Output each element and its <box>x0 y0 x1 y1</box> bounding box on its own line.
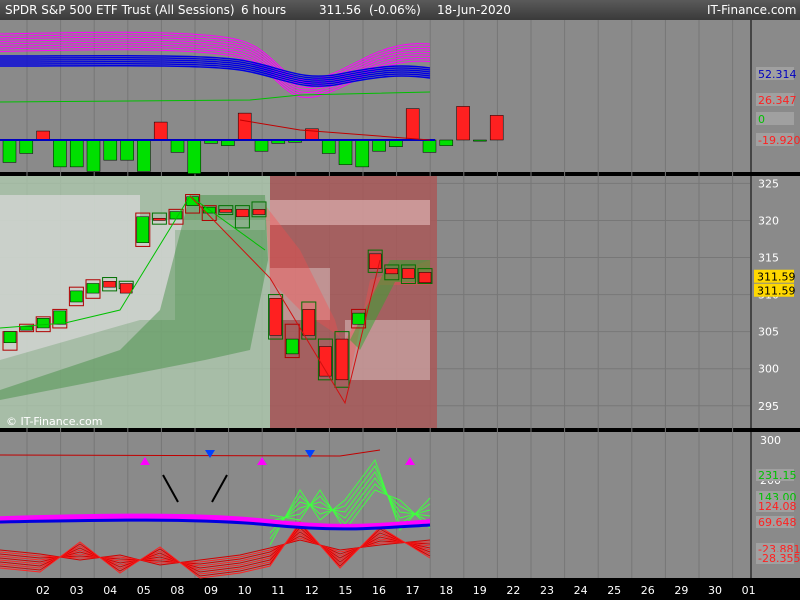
price-tag: 311.59 <box>757 285 796 298</box>
candle-body <box>319 346 332 377</box>
resistance-band <box>270 200 430 225</box>
histogram-bar <box>120 139 134 161</box>
x-tick-label: 16 <box>372 584 386 597</box>
histogram-bar <box>19 139 34 154</box>
candle-body <box>219 209 233 213</box>
x-tick-label: 22 <box>506 584 520 597</box>
candle-body <box>119 283 133 294</box>
x-tick-label: 26 <box>641 584 655 597</box>
x-tick-label: 11 <box>271 584 285 597</box>
x-tick-label: 02 <box>36 584 50 597</box>
histogram-bar <box>405 108 420 141</box>
candle-body <box>3 331 17 344</box>
histogram-bar <box>439 139 454 146</box>
candle-body <box>236 209 249 218</box>
histogram-bar <box>389 139 403 147</box>
top-right-label: 26.347 <box>758 94 797 107</box>
histogram-bar <box>137 139 151 172</box>
x-tick-label: 15 <box>338 584 352 597</box>
price-tick-label: 305 <box>758 326 779 339</box>
x-tick-label: 18 <box>439 584 453 597</box>
x-tick-label: 09 <box>204 584 218 597</box>
title-bar: SPDR S&P 500 ETF Trust (All Sessions) 6 … <box>0 0 800 20</box>
price-change: (-0.06%) <box>369 3 421 17</box>
price-tick-label: 320 <box>758 214 779 227</box>
histogram-bar <box>372 139 386 152</box>
histogram-bar <box>338 139 353 165</box>
x-tick-label: 10 <box>238 584 252 597</box>
x-tick-label: 08 <box>170 584 184 597</box>
candle-body <box>335 338 349 381</box>
candle-body <box>53 310 67 325</box>
histogram-bar <box>103 139 118 161</box>
bottom-right-label: 231.15 <box>758 469 797 482</box>
price-tick-label: 315 <box>758 252 779 265</box>
candle-body <box>252 209 266 215</box>
x-tick-label: 24 <box>574 584 588 597</box>
histogram-bar <box>53 139 67 168</box>
chart-area: 02 03 04 05 08 09 10 11 12 15 16 17 18 19 22 23 24 25 26 29… <box>0 20 800 597</box>
price-tick-label: 300 <box>758 363 779 376</box>
histogram-bar <box>36 130 50 141</box>
candle-body <box>86 283 100 294</box>
x-tick-label: 01 <box>742 584 756 597</box>
histogram-bar <box>321 139 336 154</box>
histogram-bar <box>254 139 269 152</box>
symbol-name: SPDR S&P 500 ETF Trust (All Sessions) <box>5 3 235 17</box>
candle-body <box>269 298 282 336</box>
histogram-bar <box>2 139 17 163</box>
watermark: © IT-Finance.com <box>6 415 103 428</box>
price-tag: 311.59 <box>757 271 796 284</box>
histogram-bar <box>69 139 84 168</box>
bottom-right-label: -28.355 <box>758 552 800 565</box>
x-tick-label: 17 <box>406 584 420 597</box>
bottom-right-label: 124.08 <box>758 500 797 513</box>
x-tick-label: 30 <box>708 584 722 597</box>
candle-body <box>103 280 116 288</box>
x-tick-label: 23 <box>540 584 554 597</box>
candle-body <box>418 272 432 283</box>
histogram-bar <box>456 106 470 141</box>
histogram-bar <box>187 139 202 174</box>
last-price: 311.56 <box>319 3 361 17</box>
histogram-bar <box>422 139 437 153</box>
quote-date: 18-Jun-2020 <box>437 3 511 17</box>
candle-body <box>153 217 166 221</box>
price-tick-label: 295 <box>758 400 779 413</box>
price-tick-label: 325 <box>758 177 779 190</box>
x-tick-label: 12 <box>305 584 319 597</box>
x-tick-label: 04 <box>103 584 117 597</box>
candle-body <box>20 326 33 331</box>
histogram-bar <box>170 139 185 153</box>
candle-body <box>402 268 415 279</box>
histogram-bar <box>355 139 370 168</box>
histogram-bar <box>153 121 168 141</box>
x-tick-label: 29 <box>674 584 688 597</box>
x-tick-label: 05 <box>137 584 151 597</box>
x-tick-label: 03 <box>70 584 84 597</box>
candle-body <box>285 338 299 355</box>
candle-body <box>36 318 50 329</box>
candle-body <box>302 309 316 336</box>
x-tick-label: 25 <box>607 584 621 597</box>
histogram-bar <box>473 139 487 142</box>
histogram-bar <box>86 139 101 172</box>
candle-body <box>385 268 399 275</box>
bottom-right-label: 69.648 <box>758 516 797 529</box>
histogram-bar <box>489 115 504 141</box>
top-right-label: 52.314 <box>758 68 797 81</box>
bottom-tick-label: 300 <box>760 434 781 447</box>
x-tick-label: 19 <box>473 584 487 597</box>
candle-body <box>352 312 365 325</box>
brand-name: IT-Finance.com <box>707 3 797 17</box>
top-right-label: -19.920 <box>758 134 800 147</box>
candle-body <box>136 216 150 243</box>
top-right-label: 0 <box>758 113 765 126</box>
histogram-bar <box>237 112 252 141</box>
timeframe: 6 hours <box>241 3 287 17</box>
candle-body <box>70 290 83 303</box>
